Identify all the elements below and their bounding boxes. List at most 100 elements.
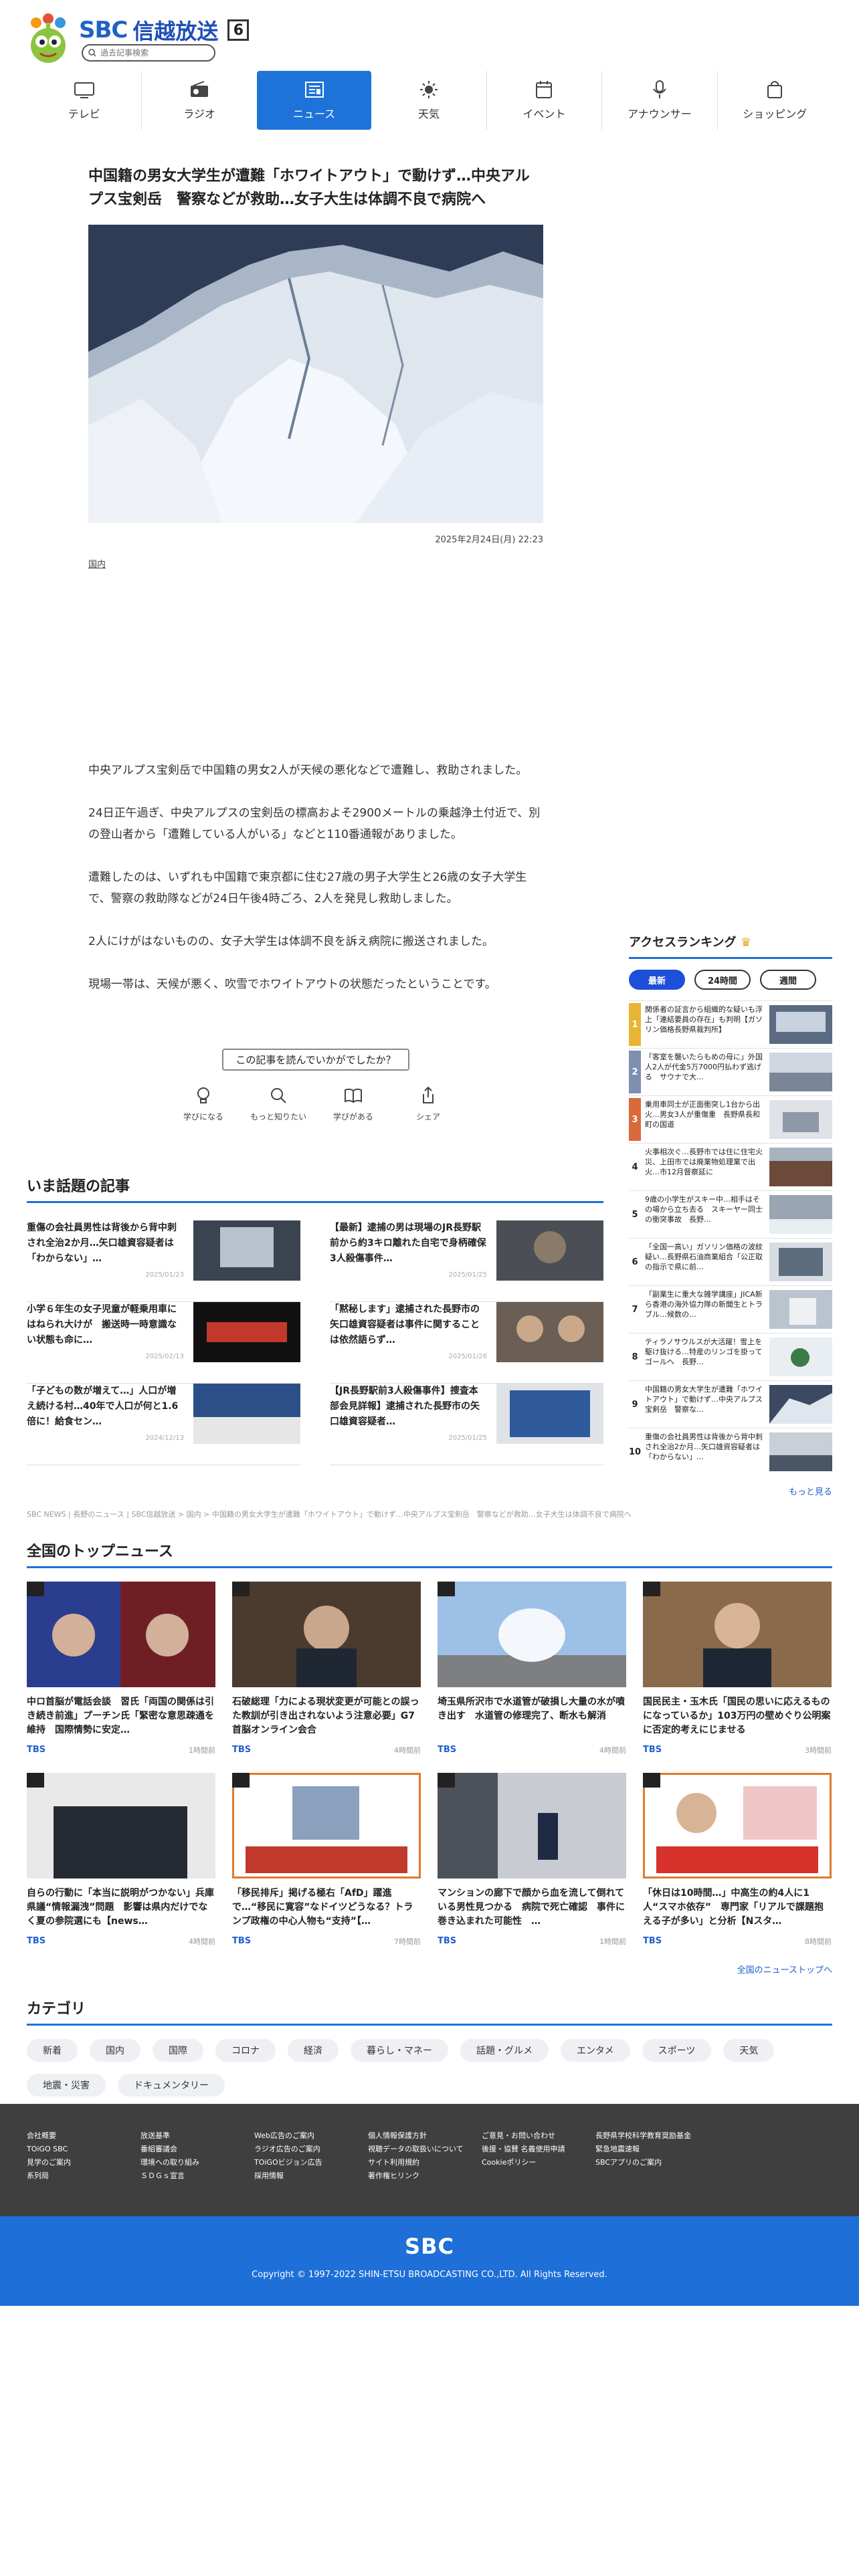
footer-copyright-bar: SBC Copyright © 1997-2022 SHIN-ETSU BROA… — [0, 2216, 859, 2306]
top-news-card[interactable]: 石破総理「力による現状変更が可能との誤った教訓が引き出されないよう注意必要」G7… — [232, 1582, 421, 1755]
nav-weather[interactable]: 天気 — [371, 71, 486, 130]
category-chip[interactable]: エンタメ — [561, 2039, 630, 2062]
category-chip[interactable]: 地震・災害 — [27, 2074, 106, 2097]
ranking-tab-latest[interactable]: 最新 — [629, 970, 685, 990]
footer-link[interactable]: ご意見・お問い合わせ — [482, 2129, 595, 2143]
footer-link[interactable]: 系列局 — [27, 2169, 140, 2183]
footer-link[interactable]: 視聴データの取扱いについて — [368, 2143, 482, 2156]
reaction-learn-button[interactable]: 学びになる — [175, 1085, 232, 1122]
footer-link[interactable]: 採用情報 — [254, 2169, 368, 2183]
nav-radio[interactable]: ラジオ — [141, 71, 256, 130]
top-news-card[interactable]: 自らの行動に「本当に説明がつかない」兵庫県議“情報漏洩”問題 影響は県内だけでな… — [27, 1773, 215, 1947]
footer-link[interactable]: 見学のご案内 — [27, 2156, 140, 2169]
top-news-headline: 「休日は10時間…」中高生の約4人に1人“スマホ依存” 専門家「リアルで課題抱え… — [643, 1888, 824, 1927]
ranking-thumbnail — [769, 1195, 832, 1234]
nav-announcer[interactable]: アナウンサー — [601, 71, 717, 130]
top-news-card[interactable]: 埼玉県所沢市で水道管が破損し大量の水が噴き出す 水道管の修理完了、断水も解消 TB… — [438, 1582, 626, 1755]
ranking-thumbnail — [769, 1053, 832, 1091]
ranking-item[interactable]: 4 火事相次ぐ…長野市では住に住宅火災、上田市では廃業物処理業で出火…市12月督察… — [629, 1143, 832, 1190]
hot-article-date: 2025/02/13 — [145, 1353, 184, 1360]
footer-link[interactable]: ＳＤＧｓ宣言 — [140, 2169, 254, 2183]
nav-tv[interactable]: テレビ — [27, 71, 141, 130]
nav-event[interactable]: イベント — [486, 71, 601, 130]
ranking-item[interactable]: 6 「全国一高い」ガソリン価格の波紋疑い…長野県石油商業組合「公正取の指示で県に前… — [629, 1238, 832, 1285]
reaction-share-button[interactable]: シェア — [399, 1085, 457, 1122]
ranking-item[interactable]: 9 中国籍の男女大学生が遭難「ホワイトアウト」で動けず…中央アルプス宝剣岳 警察な… — [629, 1380, 832, 1428]
footer-link[interactable]: 長野県学校科学教育奨励基金 — [595, 2129, 756, 2143]
footer-link[interactable]: 著作権ヒリンク — [368, 2169, 482, 2183]
top-news-card[interactable]: 中ロ首脳が電話会談 習氏「両国の関係は引き続き前進」プーチン氏「緊密な意思疎通を… — [27, 1582, 215, 1755]
top-news-thumbnail — [438, 1582, 626, 1687]
search-icon[interactable] — [88, 49, 96, 57]
top-news-card[interactable]: 「移民排斥」掲げる極右「AfD」躍進で…“移民に寛容”なドイツどうなる？トランプ… — [230, 1771, 423, 1947]
footer-link[interactable]: 緊急地震速報 — [595, 2143, 756, 2156]
top-news-card[interactable]: マンションの廊下で顔から血を流して倒れている男性見つかる 病院で死亡確認 事件に… — [438, 1773, 626, 1947]
top-news-card[interactable]: 「休日は10時間…」中高生の約4人に1人“スマホ依存” 専門家「リアルで課題抱え… — [641, 1771, 834, 1947]
footer-link[interactable]: 個人情報保護方針 — [368, 2129, 482, 2143]
footer-link[interactable]: 番組審議会 — [140, 2143, 254, 2156]
ranking-tab-weekly[interactable]: 週間 — [760, 970, 816, 990]
category-chip[interactable]: 暮らし・マネー — [351, 2039, 448, 2062]
category-chip[interactable]: スポーツ — [642, 2039, 712, 2062]
footer-link[interactable]: 後援・協賛 名義使用申請 — [482, 2143, 595, 2156]
footer-link[interactable]: サイト利用規約 — [368, 2156, 482, 2169]
calendar-icon — [536, 81, 553, 98]
ranking-thumbnail — [769, 1100, 832, 1139]
reaction-label: 学びになる — [183, 1112, 223, 1121]
mascot-logo-icon[interactable] — [27, 11, 70, 68]
top-news-headline: マンションの廊下で顔から血を流して倒れている男性見つかる 病院で死亡確認 事件に… — [438, 1888, 625, 1927]
top-news-card[interactable]: 国民民主・玉木氏「国民の思いに応えるものになっているか」103万円の壁めぐり公明… — [643, 1582, 832, 1755]
hot-article-card[interactable]: 「黙秘します」逮捕された長野市の矢口雄資容疑者は事件に関することは依然語らず… 2… — [330, 1302, 603, 1384]
hot-article-card[interactable]: 【最新】逮捕の男は現場のJR長野駅前から約3キロ離れた自宅で身柄確保 3人殺傷事… — [330, 1220, 603, 1302]
ranking-tab-24h[interactable]: 24時間 — [694, 970, 751, 990]
category-chip[interactable]: 新着 — [27, 2039, 78, 2062]
ranking-item[interactable]: 8 ティラノサウルスが大活躍！雪上を駆け抜ける…特産のリンゴを掛ってゴールへ 長野… — [629, 1333, 832, 1380]
category-chip[interactable]: ドキュメンタリー — [118, 2074, 225, 2097]
ranking-item[interactable]: 2 「客室を襲いたらもめの母に」外国人2人が代金5万7000円払わず逃げる サウナ… — [629, 1048, 832, 1095]
search-input[interactable] — [100, 48, 207, 58]
ranking-more-link[interactable]: もっと見る — [629, 1485, 832, 1497]
category-chip[interactable]: 経済 — [288, 2039, 339, 2062]
hot-article-card[interactable]: 「子どもの数が増えて…」人口が増え続ける村…40年で人口が何と1.6倍に！給食セ… — [27, 1384, 300, 1465]
footer-link[interactable]: SBCアプリのご案内 — [595, 2156, 756, 2169]
category-chip[interactable]: 話題・グルメ — [460, 2039, 549, 2062]
news-source: TBS — [438, 1745, 457, 1755]
reaction-more-button[interactable]: もっと知りたい — [250, 1085, 307, 1122]
nav-news[interactable]: ニュース — [256, 71, 372, 130]
footer-link[interactable]: TOiGO SBC — [27, 2143, 140, 2156]
category-chip[interactable]: 国際 — [153, 2039, 203, 2062]
hot-article-card[interactable]: 重傷の会社員男性は背後から背中刺され全治2か月…矢口雄資容疑者は「わからない」…… — [27, 1220, 300, 1302]
video-play-icon — [643, 1773, 660, 1788]
footer-logo[interactable]: SBC — [0, 2234, 859, 2259]
reaction-study-button[interactable]: 学びがある — [324, 1085, 382, 1122]
channel-badge: 6 — [227, 19, 250, 41]
footer-link[interactable]: Web広告のご案内 — [254, 2129, 368, 2143]
footer-link[interactable]: Cookieポリシー — [482, 2156, 595, 2169]
breadcrumb[interactable]: SBC NEWS | 長野のニュース | SBC信越放送 > 国内 > 中国籍の… — [27, 1509, 632, 1519]
ranking-item[interactable]: 1 関係者の証言から組織的な疑いも浮上「連結要員の存在」も判明【ガソリン価格長野県… — [629, 1000, 832, 1048]
hot-article-card[interactable]: 小学６年生の女子児童が軽乗用車にはねられ大けが 搬送時一時意識ない状態も命に… 2… — [27, 1302, 300, 1384]
nav-shopping[interactable]: ショッピング — [717, 71, 832, 130]
footer-link[interactable]: 放送基準 — [140, 2129, 254, 2143]
ranking-item[interactable]: 7 「副業生に重大な雑学講座」JICA新ら香港の海外協力隊の新聞生とトラブル…候数… — [629, 1285, 832, 1333]
footer-link[interactable]: ラジオ広告のご案内 — [254, 2143, 368, 2156]
article-paragraph: 中央アルプス宝剣岳で中国籍の男女2人が天候の悪化などで遭難し、救助されました。 — [88, 764, 528, 777]
news-source: TBS — [27, 1936, 46, 1946]
reaction-label: もっと知りたい — [250, 1112, 306, 1121]
footer-link[interactable]: 会社概要 — [27, 2129, 140, 2143]
category-chip[interactable]: コロナ — [215, 2039, 276, 2062]
article-category-link[interactable]: 国内 — [88, 557, 543, 570]
site-logo[interactable]: SBC 信越放送 6 — [79, 15, 250, 45]
hot-article-card[interactable]: 【JR長野駅前3人殺傷事件】捜査本部会見詳報】逮捕された長野市の矢口雄資容疑者…… — [330, 1384, 603, 1465]
article-paragraph: 現場一帯は、天候が悪く、吹雪でホワイトアウトの状態だったということです。 — [88, 978, 496, 991]
news-time: 4時間前 — [394, 1746, 421, 1755]
ranking-item[interactable]: 3 乗用車同士が正面衝突し1台から出火…男女3人が重傷重 長野県長和町の国道 — [629, 1095, 832, 1143]
category-chip[interactable]: 国内 — [90, 2039, 140, 2062]
footer-link[interactable]: 環境への取り組み — [140, 2156, 254, 2169]
category-chip[interactable]: 天気 — [723, 2039, 775, 2062]
footer-link[interactable]: TOiGOビジョン広告 — [254, 2156, 368, 2169]
ranking-item[interactable]: 5 9歳の小学生がスキー中…相手はその場から立ち去る スキーヤー同士の衝突事故 長… — [629, 1190, 832, 1238]
ranking-thumbnail — [769, 1148, 832, 1186]
ranking-item[interactable]: 10 重傷の会社員男性は背後から背中刺され全治2か月…矢口雄資容疑者は「わからない… — [629, 1428, 832, 1475]
all-news-link[interactable]: 全国のニューストップへ — [27, 1963, 832, 1975]
